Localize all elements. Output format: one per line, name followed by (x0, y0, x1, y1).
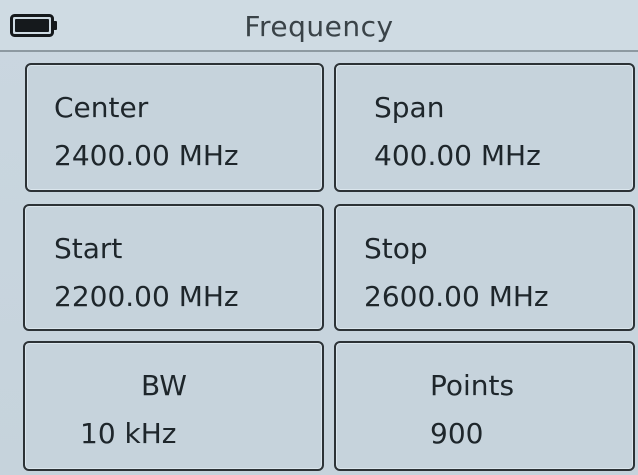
stop-value: 2600.00 MHz (364, 280, 549, 313)
span-button[interactable]: Span 400.00 MHz (334, 63, 635, 192)
span-value: 400.00 MHz (374, 139, 541, 172)
header-bar: Frequency (0, 0, 638, 52)
frequency-screen: Frequency Center 2400.00 MHz Span 400.00… (0, 0, 638, 475)
start-frequency-button[interactable]: Start 2200.00 MHz (23, 204, 324, 331)
stop-frequency-button[interactable]: Stop 2600.00 MHz (334, 204, 635, 331)
start-label: Start (54, 232, 123, 265)
center-label: Center (54, 91, 149, 124)
bw-label: BW (141, 369, 187, 402)
points-label: Points (430, 369, 515, 402)
page-title: Frequency (244, 10, 394, 43)
points-button[interactable]: Points 900 (334, 341, 635, 471)
bw-value: 10 kHz (80, 417, 177, 450)
start-value: 2200.00 MHz (54, 280, 239, 313)
bandwidth-button[interactable]: BW 10 kHz (23, 341, 324, 471)
center-frequency-button[interactable]: Center 2400.00 MHz (25, 63, 324, 192)
span-label: Span (374, 91, 445, 124)
points-value: 900 (430, 417, 484, 450)
center-value: 2400.00 MHz (54, 139, 239, 172)
stop-label: Stop (364, 232, 428, 265)
